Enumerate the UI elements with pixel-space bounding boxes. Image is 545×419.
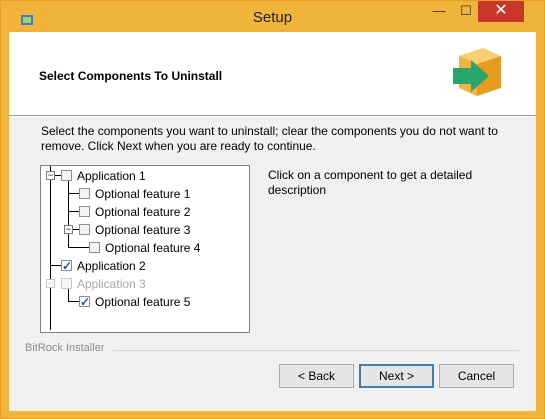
tree-item-checkbox[interactable] xyxy=(79,293,90,311)
tree-item-checkbox[interactable] xyxy=(79,206,90,217)
component-description: Click on a component to get a detailed d… xyxy=(268,168,473,197)
tree-connector xyxy=(50,166,51,330)
next-button[interactable]: Next > xyxy=(359,364,434,388)
installer-divider xyxy=(113,350,519,351)
tree-item-label: Optional feature 4 xyxy=(105,241,201,255)
tree-item-label: Application 3 xyxy=(77,277,146,291)
setup-window: Setup — ☐ ✕ Select Components To Uninsta… xyxy=(0,0,545,419)
header-panel: Select Components To Uninstall xyxy=(9,32,536,116)
installer-label: BitRock Installer xyxy=(25,342,105,354)
tree-expander-icon[interactable]: − xyxy=(46,171,55,180)
tree-connector xyxy=(68,233,69,247)
tree-item-label: Optional feature 5 xyxy=(95,295,191,309)
tree-item-checkbox xyxy=(61,278,72,289)
tree-expander-icon[interactable]: − xyxy=(46,279,55,288)
tree-expander-icon[interactable]: − xyxy=(64,225,73,234)
tree-item-label: Optional feature 1 xyxy=(95,187,191,201)
close-button[interactable]: ✕ xyxy=(478,1,524,22)
page-title: Select Components To Uninstall xyxy=(39,69,223,83)
cancel-button[interactable]: Cancel xyxy=(439,364,514,388)
title-bar[interactable]: Setup — ☐ ✕ xyxy=(1,1,544,32)
maximize-button[interactable]: ☐ xyxy=(453,1,479,21)
tree-connector xyxy=(68,287,69,301)
components-tree[interactable]: − Application 1 Optional feature 1 Optional… xyxy=(40,165,250,333)
tree-item-checkbox[interactable] xyxy=(61,170,72,181)
tree-item-label: Optional feature 3 xyxy=(95,223,191,237)
tree-item-label: Optional feature 2 xyxy=(95,205,191,219)
instructions-text: Select the components you want to uninst… xyxy=(41,124,498,153)
tree-item-checkbox[interactable] xyxy=(79,188,90,199)
minimize-button[interactable]: — xyxy=(426,1,452,21)
back-button[interactable]: < Back xyxy=(279,364,354,388)
box-arrow-icon xyxy=(453,48,501,96)
tree-item-checkbox[interactable] xyxy=(89,242,100,253)
dialog-client-area: Select Components To Uninstall Select th… xyxy=(9,32,536,411)
tree-item-checkbox[interactable] xyxy=(61,257,72,275)
tree-item-label: Application 2 xyxy=(77,259,146,273)
tree-item-checkbox[interactable] xyxy=(79,224,90,235)
tree-item-label: Application 1 xyxy=(77,169,146,183)
header-separator xyxy=(9,116,536,117)
